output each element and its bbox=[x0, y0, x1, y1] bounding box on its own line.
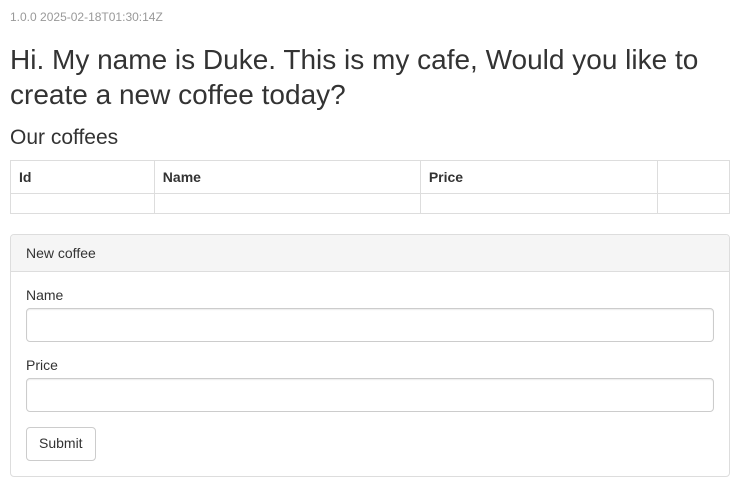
panel-title: New coffee bbox=[11, 235, 729, 272]
table-cell-action bbox=[658, 194, 730, 214]
table-cell-id bbox=[11, 194, 155, 214]
coffees-heading: Our coffees bbox=[10, 126, 730, 150]
table-header-action bbox=[658, 161, 730, 194]
price-group: Price bbox=[26, 357, 714, 412]
table-header-id: Id bbox=[11, 161, 155, 194]
price-label: Price bbox=[26, 357, 714, 373]
table-cell-price bbox=[420, 194, 657, 214]
submit-button[interactable]: Submit bbox=[26, 427, 96, 461]
timestamp-text: 2025-02-18T01:30:14Z bbox=[40, 10, 163, 24]
panel-body: Name Price Submit bbox=[11, 272, 729, 476]
name-field[interactable] bbox=[26, 308, 714, 342]
coffees-table: Id Name Price bbox=[10, 160, 730, 214]
table-header-price: Price bbox=[420, 161, 657, 194]
version-text: 1.0.0 bbox=[10, 10, 37, 24]
name-label: Name bbox=[26, 287, 714, 303]
new-coffee-panel: New coffee Name Price Submit bbox=[10, 234, 730, 477]
page-title: Hi. My name is Duke. This is my cafe, Wo… bbox=[10, 42, 730, 112]
table-header-name: Name bbox=[154, 161, 420, 194]
name-group: Name bbox=[26, 287, 714, 342]
price-field[interactable] bbox=[26, 378, 714, 412]
version-timestamp: 1.0.0 2025-02-18T01:30:14Z bbox=[10, 10, 730, 24]
table-header-row: Id Name Price bbox=[11, 161, 730, 194]
table-cell-name bbox=[154, 194, 420, 214]
table-row bbox=[11, 194, 730, 214]
